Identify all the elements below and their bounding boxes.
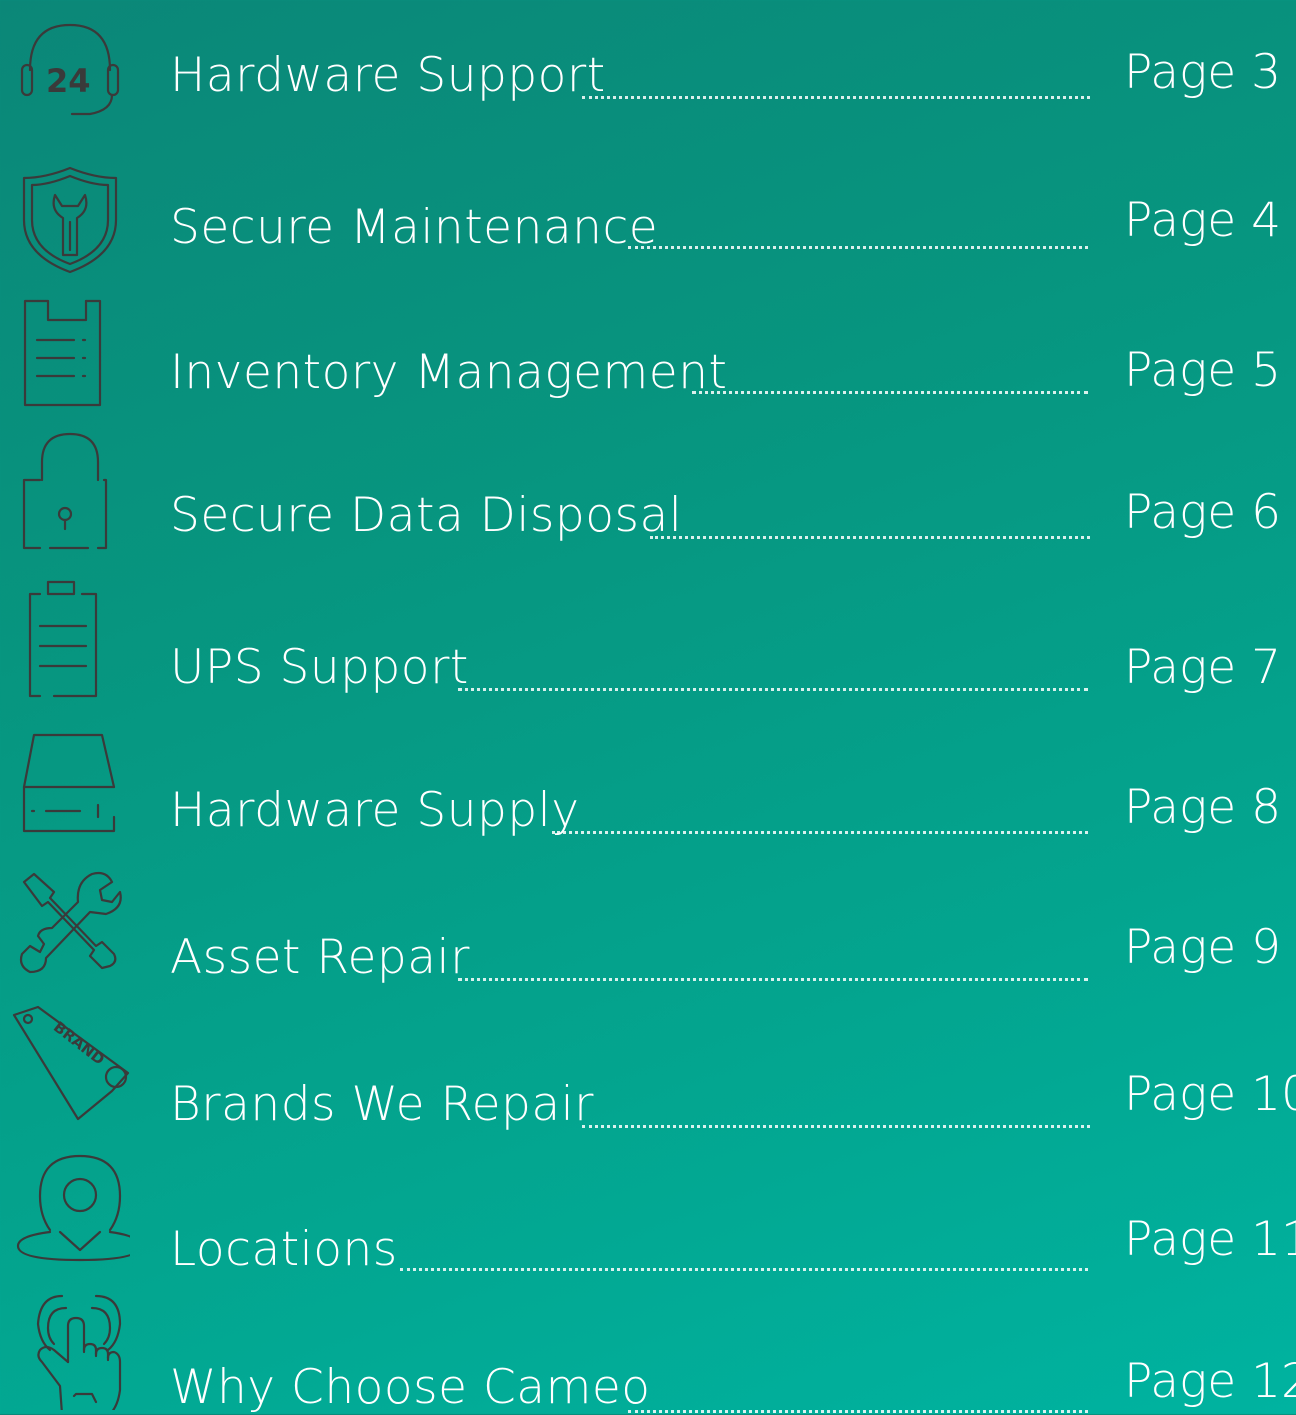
checklist-icon [10, 295, 130, 415]
toc-item-page: Page 3 [1124, 45, 1281, 100]
leader-dots [650, 536, 1090, 539]
leader-dots [458, 978, 1088, 981]
headset-24-icon: 24 [10, 10, 130, 130]
toc-item[interactable]: Hardware Supply Page 8 [0, 725, 1296, 845]
toc-item[interactable]: Secure Maintenance Page 4 [0, 160, 1296, 280]
svg-text:BRAND: BRAND [50, 1018, 108, 1069]
leader-dots [692, 391, 1088, 394]
toc-item[interactable]: Asset Repair Page 9 [0, 862, 1296, 985]
leader-dots [400, 1268, 1088, 1271]
toc-item-page: Page 7 [1124, 640, 1281, 695]
leader-dots [582, 1125, 1090, 1128]
toc-item-page: Page 12 [1124, 1354, 1296, 1409]
toc-item[interactable]: UPS Support Page 7 [0, 578, 1296, 698]
toc-item-label: Locations [170, 1222, 398, 1277]
touch-hand-icon [10, 1290, 130, 1415]
leader-dots [628, 1410, 1088, 1413]
leader-dots [458, 688, 1088, 691]
tools-icon [10, 862, 130, 982]
toc-item-label: UPS Support [170, 640, 469, 695]
leader-dots [552, 831, 1088, 834]
brand-tag-icon: BRAND [10, 1005, 130, 1125]
toc-item-page: Page 10 [1124, 1067, 1296, 1122]
toc-item-page: Page 6 [1124, 485, 1281, 540]
toc-item-label: Secure Data Disposal [170, 488, 683, 543]
toc-item-label: Hardware Supply [170, 783, 580, 838]
toc-item-page: Page 5 [1124, 343, 1281, 398]
toc-item[interactable]: Secure Data Disposal Page 6 [0, 430, 1296, 550]
toc-item-page: Page 9 [1124, 920, 1281, 975]
hard-drive-icon [10, 725, 130, 845]
toc-item[interactable]: Locations Page 11 [0, 1150, 1296, 1277]
toc-item[interactable]: Why Choose Cameo Page 12 [0, 1290, 1296, 1415]
toc-item[interactable]: Inventory Management Page 5 [0, 295, 1296, 415]
toc-item-label: Brands We Repair [170, 1077, 595, 1132]
battery-icon [10, 578, 130, 698]
toc-item[interactable]: BRAND Brands We Repair Page 10 [0, 1005, 1296, 1132]
toc-item-page: Page 4 [1124, 193, 1281, 248]
toc-item-label: Why Choose Cameo [170, 1360, 651, 1415]
toc-item-label: Inventory Management [170, 345, 728, 400]
toc-item-page: Page 8 [1124, 780, 1281, 835]
toc-item-label: Hardware Support [170, 48, 606, 103]
shield-wrench-icon [10, 160, 130, 280]
padlock-icon [10, 430, 130, 550]
leader-dots [582, 96, 1090, 99]
svg-text:24: 24 [46, 62, 91, 100]
toc-item-label: Secure Maintenance [170, 200, 659, 255]
leader-dots [628, 246, 1088, 249]
toc-item-page: Page 11 [1124, 1212, 1296, 1267]
location-pin-icon [10, 1150, 142, 1270]
toc-item[interactable]: 24 Hardware Support Page 3 [0, 10, 1296, 130]
toc-item-label: Asset Repair [170, 930, 470, 985]
